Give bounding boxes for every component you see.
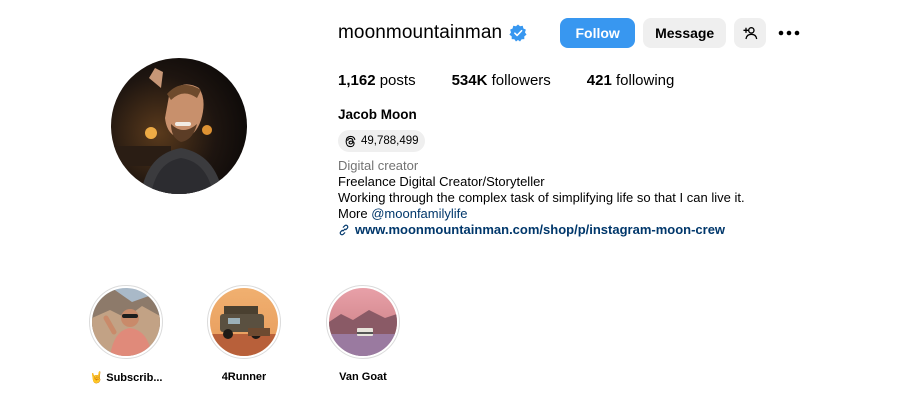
bio-line: Freelance Digital Creator/Storyteller [338,174,545,189]
highlight-ring [326,285,400,359]
posts-stat: 1,162 posts [338,72,416,89]
username: moonmountainman [338,22,503,43]
story-highlight[interactable]: 4Runner [199,285,289,383]
following-count: 421 [586,72,612,89]
followers-stat[interactable]: 534K followers [452,72,551,89]
full-name: Jacob Moon [338,107,417,122]
category-label: Digital creator [338,158,419,173]
mention-link[interactable]: @moonfamilylife [371,206,467,221]
highlight-ring [207,285,281,359]
bio-line: Working through the complex task of simp… [338,190,745,205]
profile-stats: 1,162 posts 534K followers 421 following [338,72,710,89]
highlight-cover [92,288,160,356]
more-options-icon [778,30,800,36]
highlight-ring [89,285,163,359]
suggest-user-button[interactable] [734,18,767,48]
highlight-label: Van Goat [339,371,387,383]
bio-line: More @moonfamilylife [338,206,468,221]
posts-count: 1,162 [338,72,376,89]
threads-badge[interactable]: 49,788,499 [338,130,425,152]
highlight-label: 🤘 Subscrib... [89,372,163,384]
highlight-label: 4Runner [221,371,267,383]
profile-avatar[interactable] [111,58,247,194]
website-link[interactable]: www.moonmountainman.com/shop/p/instagram… [338,222,725,237]
following-stat[interactable]: 421 following [587,72,675,89]
bio-more-text: More [338,206,372,221]
posts-label: posts [375,72,416,89]
story-highlight[interactable]: 🤘 Subscrib... [81,285,171,384]
threads-icon [345,135,356,147]
highlight-cover [210,288,278,356]
add-user-icon [743,27,758,40]
more-options-button[interactable] [774,18,804,48]
story-highlight[interactable]: Van Goat [318,285,408,383]
following-label: following [611,72,675,89]
followers-count: 534K [451,72,488,89]
highlight-cover [329,288,397,356]
message-button[interactable]: Message [643,18,727,48]
threads-count: 49,788,499 [361,135,419,147]
followers-label: followers [487,72,551,89]
profile-header: moonmountainman Follow Message [338,18,804,48]
follow-button[interactable]: Follow [560,18,636,48]
avatar-photo [111,58,247,194]
link-icon [339,224,349,235]
verified-badge-icon [509,24,527,42]
website-url: www.moonmountainman.com/shop/p/instagram… [355,222,726,237]
